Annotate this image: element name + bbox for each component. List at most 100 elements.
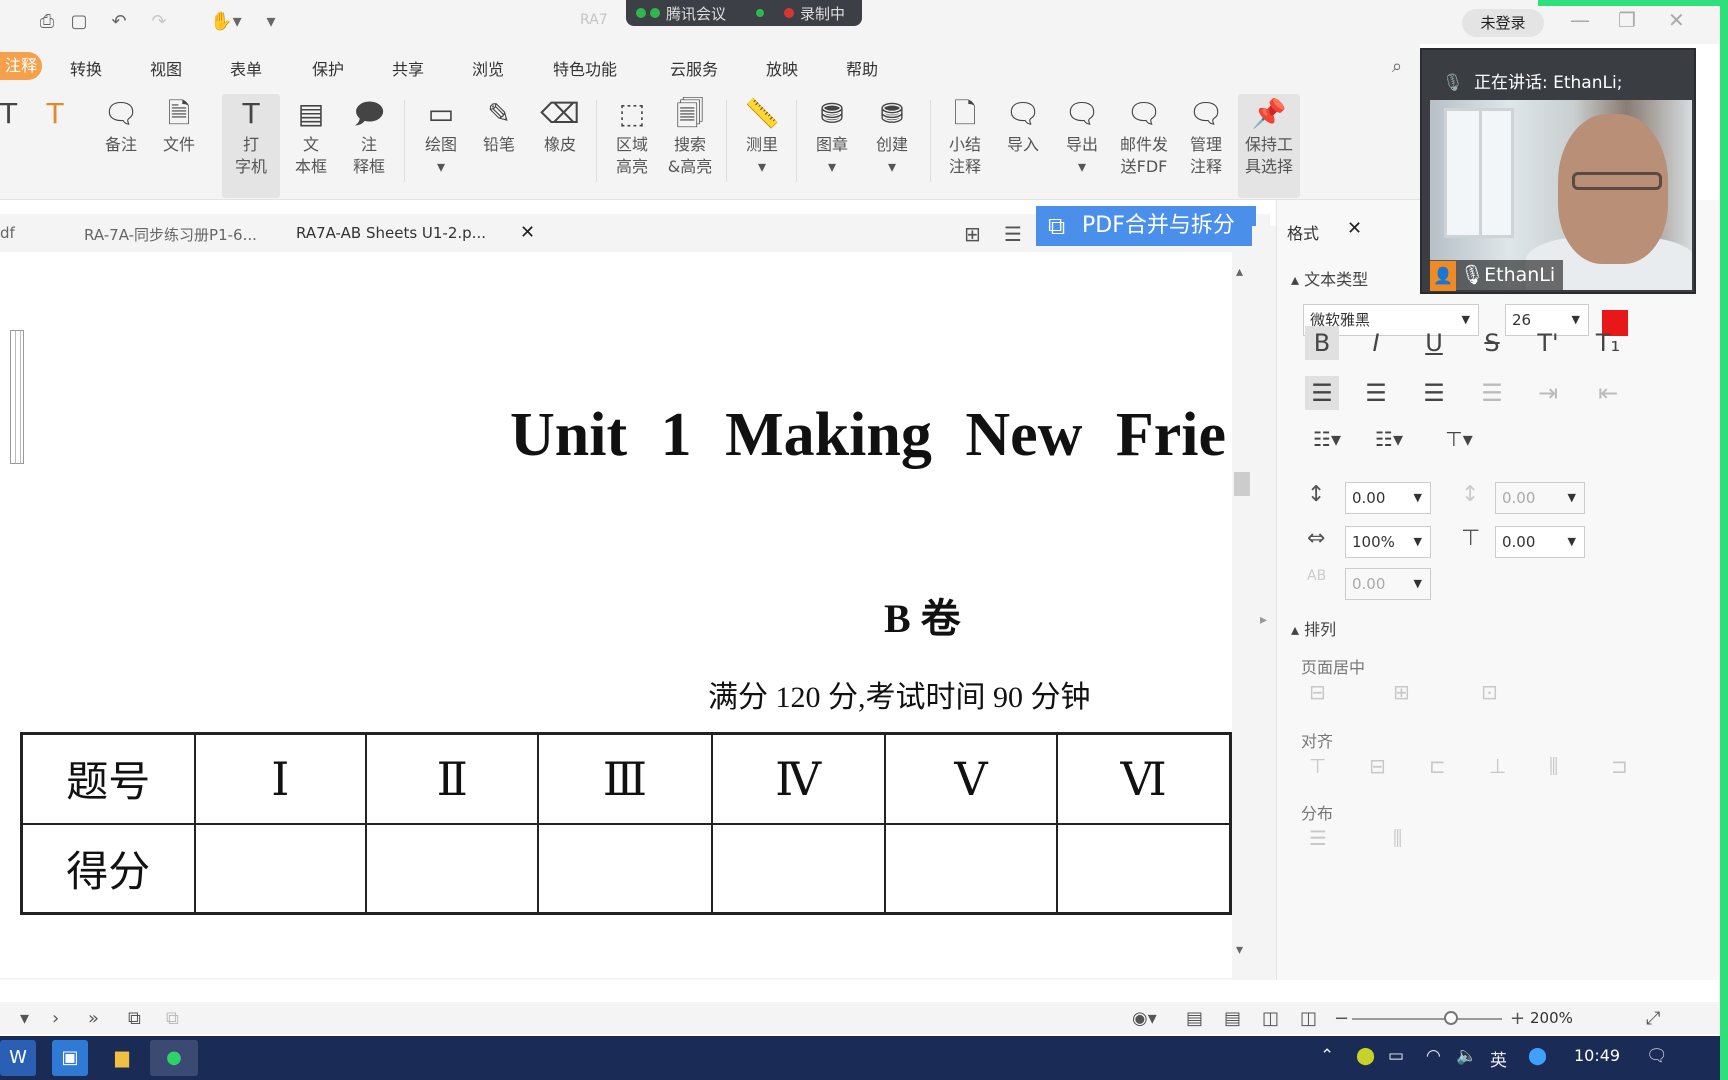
align-middle-icon[interactable]: ⊟ (1369, 754, 1386, 778)
import-button[interactable]: 🗨 导入 (996, 94, 1050, 156)
customize-toolbar-icon[interactable]: ▾ (258, 10, 284, 34)
pane-splitter[interactable] (1252, 226, 1276, 980)
summary-button[interactable]: 🗋 小结 注释 (938, 94, 992, 178)
menu-form[interactable]: 表单 (230, 56, 262, 80)
book-view-icon[interactable]: ◫ (1300, 1008, 1317, 1029)
draw-button[interactable]: ▭ 绘图 ▾ (414, 94, 468, 178)
list-view-icon[interactable]: ☰ (1004, 222, 1022, 246)
pdf-merge-split-button[interactable]: ⧉ PDF合并与拆分 (1036, 206, 1256, 246)
numbered-list-button[interactable]: ☷▾ (1367, 422, 1411, 456)
volume-icon[interactable]: 🔈 (1456, 1046, 1477, 1066)
align-left-button[interactable]: ☰ (1305, 376, 1339, 410)
paste-page-icon[interactable]: ⧉ (166, 1008, 179, 1029)
tab-active-document[interactable]: RA7A-AB Sheets U1-2.p... (296, 224, 486, 242)
wechat-app-icon[interactable]: ● (150, 1040, 198, 1076)
collapse-panel-icon[interactable]: ▸ (1260, 612, 1267, 628)
menu-convert[interactable]: 转换 (70, 56, 102, 80)
justify-button[interactable]: ☰ (1475, 376, 1509, 410)
stamp-button[interactable]: ⛃ 图章 ▾ (804, 94, 860, 178)
text-direction-button[interactable]: ⊤▾ (1437, 422, 1481, 456)
arrange-section[interactable]: ▴ 排列 (1291, 616, 1336, 640)
file-explorer-icon[interactable]: ▆ (104, 1040, 140, 1076)
single-page-icon[interactable]: ▤ (1186, 1008, 1203, 1029)
format-tab[interactable]: 格式 (1287, 220, 1319, 244)
tray-app-icon[interactable]: ⬤ (1356, 1046, 1375, 1066)
undo-icon[interactable]: ↶ (106, 10, 132, 34)
email-fdf-button[interactable]: 🗨 邮件发 送FDF (1114, 94, 1174, 178)
align-center-button[interactable]: ☰ (1359, 376, 1393, 410)
callout-button[interactable]: 🗩 注释框 (342, 94, 396, 178)
scroll-down-icon[interactable]: ▾ (1236, 942, 1243, 958)
measure-button[interactable]: 📏 测里 ▾ (734, 94, 790, 178)
align-right-icon[interactable]: ⊐ (1611, 754, 1628, 778)
eraser-button[interactable]: ⌫ 橡皮 (532, 94, 588, 156)
redo-icon[interactable]: ↷ (146, 10, 172, 34)
pencil-button[interactable]: ✎ 铅笔 (472, 94, 526, 156)
battery-icon[interactable]: ▭ (1388, 1046, 1404, 1066)
bold-button[interactable]: B (1305, 326, 1339, 360)
menu-help[interactable]: 帮助 (846, 56, 878, 80)
next-page-icon[interactable]: › (52, 1008, 59, 1029)
menu-slideshow[interactable]: 放映 (766, 56, 798, 80)
scroll-up-icon[interactable]: ▴ (1236, 264, 1243, 280)
typewriter-button[interactable]: T 打字机 (222, 94, 280, 198)
tab-workbook[interactable]: RA-7A-同步练习册P1-6... (84, 224, 257, 245)
align-bottom-icon[interactable]: ⊥ (1489, 754, 1506, 778)
fullscreen-icon[interactable]: ⤢ (1646, 1008, 1660, 1029)
grid-view-icon[interactable]: ⊞ (964, 222, 981, 246)
center-vertical-icon[interactable]: ⊞ (1393, 680, 1410, 704)
vertical-scrollbar[interactable]: ▴ ▾ (1232, 252, 1252, 980)
zoom-level[interactable]: 200% (1530, 1009, 1573, 1027)
hand-tool-icon[interactable]: ✋▾ (206, 10, 246, 34)
eye-icon[interactable]: ◉▾ (1132, 1008, 1157, 1029)
text-style-button[interactable]: T (42, 94, 68, 134)
menu-cloud[interactable]: 云服务 (670, 56, 718, 80)
tab-first[interactable]: df (0, 224, 15, 242)
create-button[interactable]: ⛃ 创建 ▾ (864, 94, 920, 178)
menu-share[interactable]: 共享 (392, 56, 424, 80)
distribute-horizontal-icon[interactable]: ⫼ (1393, 826, 1402, 850)
scroll-thumb[interactable] (1234, 472, 1250, 496)
restore-icon[interactable]: ❐ (1618, 8, 1636, 32)
indent-button[interactable]: ⇥ (1531, 376, 1565, 410)
page-dropdown-icon[interactable]: ▾ (20, 1008, 29, 1029)
subscript-button[interactable]: T₁ (1591, 326, 1625, 360)
textbox-button[interactable]: ▤ 文本框 (284, 94, 338, 178)
tray-expand-icon[interactable]: ⌃ (1320, 1046, 1334, 1066)
export-button[interactable]: 🗨 导出 ▾ (1054, 94, 1110, 178)
close-icon[interactable]: ✕ (1347, 218, 1362, 239)
outdent-button[interactable]: ⇤ (1591, 376, 1625, 410)
text-type-section[interactable]: ▴ 文本类型 (1291, 266, 1368, 290)
menu-protect[interactable]: 保护 (312, 56, 344, 80)
search-highlight-button[interactable]: 🗐 搜索 &高亮 (662, 94, 718, 178)
ime-indicator[interactable]: 英 (1490, 1046, 1507, 1071)
distribute-vertical-icon[interactable]: ☰ (1309, 826, 1327, 850)
scale-select[interactable]: 100% ▼ (1345, 526, 1431, 558)
note-button[interactable]: 🗨 备注 (94, 94, 148, 156)
close-window-icon[interactable]: ✕ (1668, 8, 1685, 32)
meeting-status-bar[interactable]: 腾讯会议 录制中 (626, 0, 862, 26)
zoom-slider-handle[interactable] (1444, 1011, 1458, 1025)
align-right-button[interactable]: ☰ (1417, 376, 1451, 410)
menu-features[interactable]: 特色功能 (553, 56, 617, 80)
underline-button[interactable]: U (1417, 326, 1451, 360)
keep-tool-button[interactable]: 📌 保持工 具选择 (1238, 94, 1300, 198)
meeting-tray-icon[interactable]: ⬤ (1528, 1046, 1547, 1066)
last-page-icon[interactable]: » (88, 1008, 99, 1029)
zoom-out-icon[interactable]: − (1334, 1008, 1349, 1029)
login-button[interactable]: 未登录 (1462, 9, 1544, 37)
continuous-page-icon[interactable]: ▤ (1224, 1008, 1241, 1029)
italic-button[interactable]: I (1359, 326, 1393, 360)
strikethrough-button[interactable]: S (1475, 326, 1509, 360)
align-left-icon[interactable]: ⊏ (1429, 754, 1446, 778)
zoom-in-icon[interactable]: + (1510, 1008, 1525, 1029)
close-icon[interactable]: ✕ (520, 222, 535, 243)
copy-page-icon[interactable]: ⧉ (128, 1008, 141, 1029)
wifi-icon[interactable]: ◠ (1426, 1046, 1441, 1066)
text-tool-button[interactable]: T (0, 94, 17, 134)
bullet-list-button[interactable]: ☷▾ (1305, 422, 1349, 456)
menu-browse[interactable]: 浏览 (472, 56, 504, 80)
word-app-icon[interactable]: W (0, 1040, 36, 1076)
paragraph-spacing-select[interactable]: 0.00 ▼ (1495, 482, 1585, 514)
baseline-select[interactable]: 0.00 ▼ (1495, 526, 1585, 558)
